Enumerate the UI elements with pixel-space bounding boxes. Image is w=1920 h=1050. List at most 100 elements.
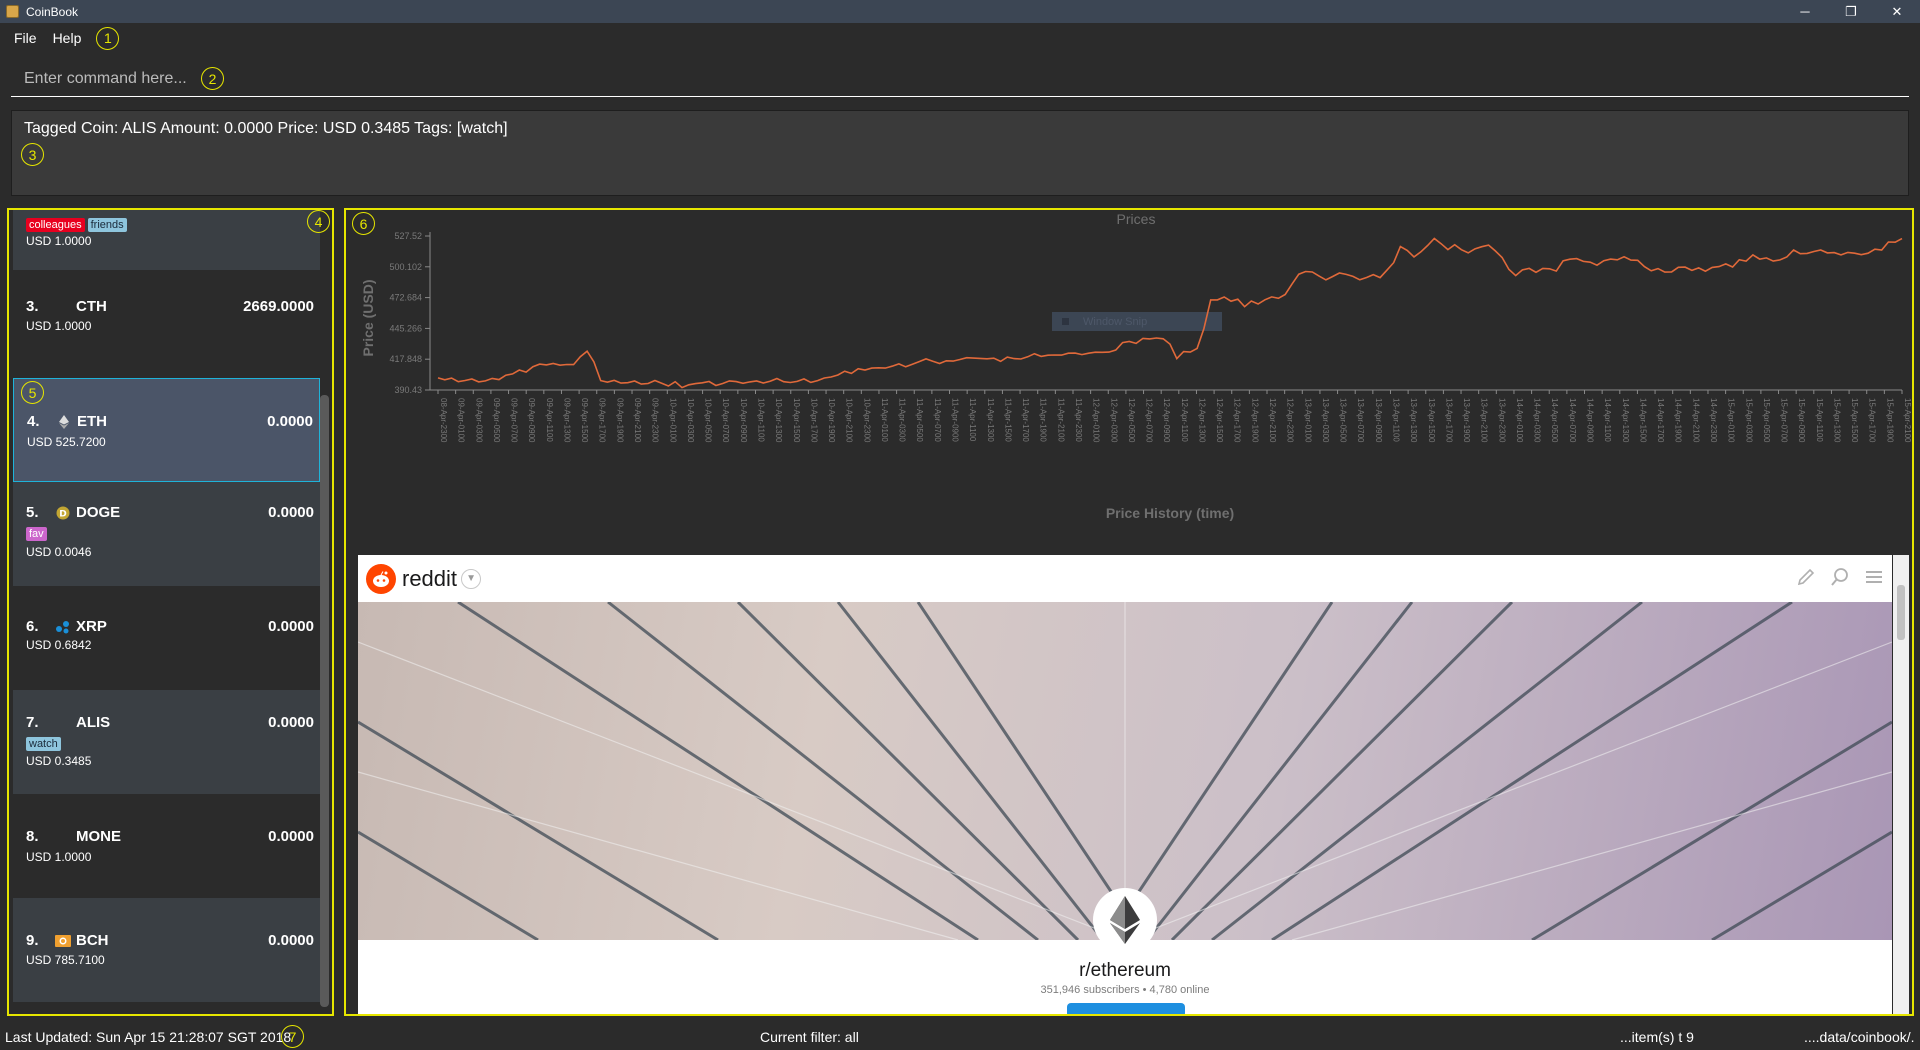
close-button[interactable]: ✕ (1874, 0, 1920, 23)
reddit-wordmark[interactable]: reddit (402, 566, 457, 592)
command-input[interactable] (24, 69, 199, 88)
price-chart: Prices Price (USD) Price History (time) … (346, 210, 1912, 536)
coin-card-selected[interactable]: 5 4. ETH 0.0000 USD 525.7200 (13, 378, 320, 482)
coin-price: USD 1.0000 (26, 319, 92, 333)
chart-x-tick-label: 10-Apr-0700 (721, 398, 730, 443)
chart-x-tick-label: 08-Apr-2300 (439, 398, 448, 443)
coin-card[interactable]: 9. BCH 0.0000 USD 785.7100 (13, 898, 320, 1002)
chart-x-tick-label: 09-Apr-0300 (474, 398, 483, 443)
chart-x-tick-label: 15-Apr-1500 (1850, 398, 1859, 443)
coin-price: USD 1.0000 (26, 850, 92, 864)
coin-list-panel: 4 colleagues friends USD 1.0000 3. CTH 266… (7, 208, 334, 1016)
pencil-icon[interactable] (1796, 567, 1816, 587)
chart-x-tick-label: 14-Apr-0700 (1568, 398, 1577, 443)
status-data-path: ....data/coinbook/. (1804, 1029, 1915, 1045)
chart-x-tick-label: 09-Apr-0900 (527, 398, 536, 443)
chart-x-tick-label: 09-Apr-1700 (598, 398, 607, 443)
chart-x-tick-label: 13-Apr-1300 (1409, 398, 1418, 443)
coin-name: ALIS (76, 714, 111, 731)
chart-x-tick-label: 12-Apr-2300 (1286, 398, 1295, 443)
coin-name: ETH (77, 413, 107, 430)
coin-name: DOGE (76, 504, 121, 521)
chart-x-tick-label: 15-Apr-0300 (1744, 398, 1753, 443)
status-current-filter: Current filter: all (760, 1029, 859, 1045)
chart-x-tick-label: 12-Apr-0500 (1127, 398, 1136, 443)
tag-badge: watch (26, 737, 61, 751)
chart-x-tick-label: 13-Apr-1900 (1462, 398, 1471, 443)
price-chart-svg: Prices Price (USD) Price History (time) … (360, 211, 1912, 521)
chart-x-tick-label: 14-Apr-1900 (1674, 398, 1683, 443)
ethereum-icon (56, 414, 72, 430)
chevron-down-icon[interactable]: ▼ (461, 568, 482, 589)
chart-x-tick-label: 14-Apr-1700 (1656, 398, 1665, 443)
coin-amount: 0.0000 (267, 413, 313, 430)
chart-x-tick-label: 14-Apr-2300 (1709, 398, 1718, 443)
coin-price: USD 0.0046 (26, 545, 92, 559)
chart-y-tick-label: 390.43 (394, 385, 422, 395)
chart-x-tick-label: 11-Apr-1900 (1039, 398, 1048, 442)
title-bar: CoinBook ─ ❐ ✕ (0, 0, 1920, 23)
chart-legend: Window Snip (1052, 312, 1222, 331)
chart-x-tick-label: 15-Apr-0900 (1797, 398, 1806, 443)
embedded-browser[interactable]: reddit ▼ r/ethereum 351,946 subscribers … (358, 555, 1892, 1014)
chart-x-tick-label: 11-Apr-0100 (880, 398, 889, 442)
chart-x-tick-label: 09-Apr-1500 (580, 398, 589, 443)
svg-text:D: D (59, 509, 66, 519)
coin-price: USD 1.0000 (26, 234, 92, 248)
chart-x-tick-label: 13-Apr-1700 (1444, 398, 1453, 443)
ethereum-avatar-icon (1093, 888, 1157, 952)
chart-x-tick-label: 10-Apr-2300 (862, 398, 871, 443)
chart-x-label: Price History (time) (1106, 505, 1234, 521)
chart-x-tick-label: 12-Apr-0900 (1162, 398, 1171, 443)
coin-name: BCH (76, 932, 109, 949)
status-last-updated: Last Updated: Sun Apr 15 21:28:07 SGT 20… (5, 1029, 292, 1045)
chart-x-tick-label: 09-Apr-1100 (545, 398, 554, 442)
chart-x-tick-label: 15-Apr-1100 (1815, 398, 1824, 442)
coin-index: 6. (26, 618, 39, 635)
search-icon[interactable] (1830, 567, 1850, 587)
menu-bar: File Help 1 (0, 23, 1920, 53)
hamburger-menu-icon[interactable] (1864, 567, 1884, 587)
status-bar: Last Updated: Sun Apr 15 21:28:07 SGT 20… (0, 1024, 1920, 1050)
chart-x-tick-label: 11-Apr-2100 (1056, 398, 1065, 442)
list-scrollbar[interactable] (320, 395, 329, 1007)
coin-card[interactable]: 8. MONE 0.0000 USD 1.0000 (13, 794, 320, 898)
chart-x-tick-label: 13-Apr-0900 (1374, 398, 1383, 443)
chart-x-tick-label: 13-Apr-0100 (1303, 398, 1312, 443)
menu-help[interactable]: Help (46, 30, 89, 46)
subscribe-button[interactable] (1067, 1003, 1185, 1014)
browser-scrollbar-thumb[interactable] (1897, 585, 1905, 640)
chart-x-tick-label: 10-Apr-0300 (686, 398, 695, 443)
coin-index: 3. (26, 298, 39, 315)
coin-card[interactable]: colleagues friends USD 1.0000 (13, 210, 320, 270)
chart-x-tick-label: 11-Apr-0900 (951, 398, 960, 442)
bitcoin-cash-icon (55, 933, 71, 949)
annotation-badge-7: 7 (281, 1025, 304, 1048)
menu-file[interactable]: File (7, 30, 44, 46)
chart-x-tick-label: 15-Apr-2100 (1903, 398, 1912, 443)
coin-card[interactable]: 6. XRP 0.0000 USD 0.6842 (13, 586, 320, 690)
minimize-button[interactable]: ─ (1782, 0, 1828, 23)
reddit-alien-icon[interactable] (366, 563, 396, 594)
chart-x-tick-label: 09-Apr-0700 (510, 398, 519, 443)
chart-x-tick-label: 14-Apr-0100 (1515, 398, 1524, 443)
coin-card[interactable]: 7. ALIS 0.0000 watch USD 0.3485 (13, 690, 320, 794)
chart-x-tick-label: 14-Apr-0300 (1533, 398, 1542, 443)
browser-scrollbar[interactable] (1893, 555, 1909, 1014)
chart-x-tick-label: 11-Apr-0300 (898, 398, 907, 442)
ripple-icon (55, 619, 71, 635)
restore-button[interactable]: ❐ (1828, 0, 1874, 23)
tag-badge: fav (26, 527, 47, 541)
window-title: CoinBook (26, 4, 79, 19)
coin-card[interactable]: 5. D DOGE 0.0000 fav USD 0.0046 (13, 482, 320, 586)
chart-x-tick-label: 12-Apr-1700 (1233, 398, 1242, 443)
annotation-badge-2: 2 (201, 67, 224, 90)
annotation-badge-6: 6 (352, 212, 375, 235)
coin-index: 4. (27, 413, 40, 430)
annotation-badge-4: 4 (307, 210, 330, 233)
chart-y-tick-label: 445.266 (389, 323, 422, 333)
chart-x-tick-label: 11-Apr-1300 (986, 398, 995, 442)
coin-card[interactable]: 3. CTH 2669.0000 USD 1.0000 (13, 274, 320, 378)
chart-x-tick-label: 12-Apr-0100 (1092, 398, 1101, 443)
chart-x-tick-label: 10-Apr-2100 (845, 398, 854, 443)
